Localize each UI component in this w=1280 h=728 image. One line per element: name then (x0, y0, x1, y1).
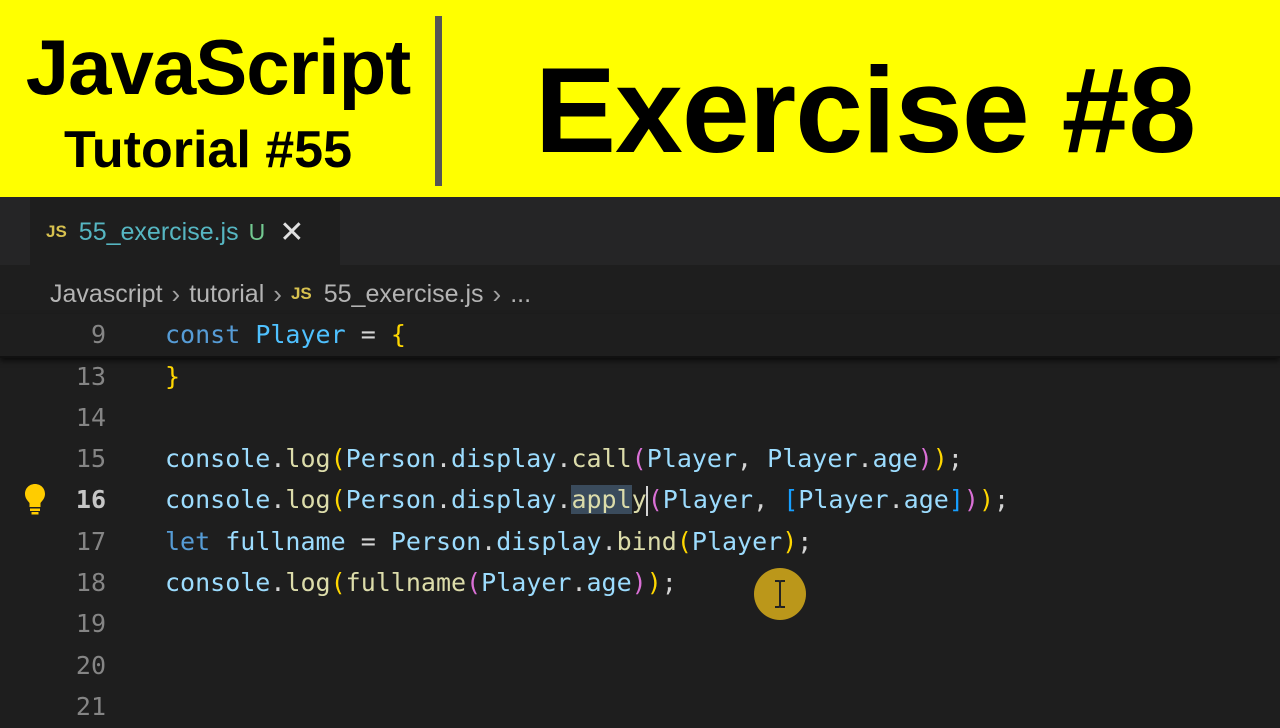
breadcrumb-item-javascript[interactable]: Javascript (50, 280, 163, 309)
javascript-file-icon: JS (46, 222, 67, 241)
code-line[interactable]: 20 (0, 645, 1280, 687)
code-text[interactable]: } (165, 356, 180, 398)
code-line[interactable]: 18 console.log(fullname(Player.age)); (0, 562, 1280, 604)
line-number: 19 (75, 609, 106, 638)
line-number: 9 (90, 320, 106, 349)
chevron-right-icon: › (492, 278, 502, 309)
line-number: 20 (75, 651, 106, 680)
code-text[interactable]: console.log(Person.display.apply(Player,… (165, 479, 1009, 521)
banner-tutorial-number: Tutorial #55 (63, 121, 352, 179)
line-number: 16 (75, 485, 106, 514)
tab-untracked-status: U (248, 218, 266, 245)
line-number: 18 (75, 568, 106, 597)
line-number: 13 (75, 362, 106, 391)
code-line[interactable]: 15 console.log(Person.display.call(Player… (0, 438, 1280, 480)
breadcrumb-item-file[interactable]: 55_exercise.js (324, 280, 484, 309)
code-line[interactable]: 19 (0, 603, 1280, 645)
title-banner: JavaScript Tutorial #55 Exercise #8 (0, 0, 1280, 197)
line-number: 21 (75, 692, 106, 721)
code-line[interactable]: 21 (0, 686, 1280, 728)
banner-exercise-title: Exercise #8 (534, 42, 1197, 178)
chevron-right-icon: › (273, 278, 282, 309)
banner-divider (435, 16, 442, 186)
close-icon[interactable]: ✕ (279, 215, 304, 250)
code-line[interactable]: 13} (0, 356, 1280, 398)
breadcrumb: Javascript › tutorial › JS 55_exercise.j… (50, 276, 531, 312)
editor-tab-bar: JS 55_exercise.js U ✕ (0, 197, 1280, 266)
text-cursor-icon (775, 580, 785, 608)
line-number: 15 (75, 444, 106, 473)
breadcrumb-item-tutorial[interactable]: tutorial (189, 280, 264, 309)
editor-tab-55-exercise[interactable]: JS 55_exercise.js U ✕ (30, 197, 340, 266)
code-line[interactable]: 17 let fullname = Person.display.bind(Pla… (0, 521, 1280, 563)
javascript-file-icon: JS (290, 284, 312, 303)
line-number: 17 (75, 527, 106, 556)
banner-language-title: JavaScript (25, 23, 412, 111)
tab-filename: 55_exercise.js (78, 217, 239, 246)
code-text[interactable]: console.log(fullname(Player.age)); (165, 562, 677, 604)
chevron-right-icon: › (171, 278, 181, 309)
code-text[interactable]: console.log(Person.display.call(Player, … (165, 438, 963, 480)
code-line[interactable]: 14 (0, 397, 1280, 439)
lightbulb-icon[interactable] (24, 483, 46, 515)
code-line[interactable]: 16 console.log(Person.display.apply(Playe… (0, 479, 1280, 521)
code-text[interactable]: let fullname = Person.display.bind(Playe… (165, 521, 812, 563)
line-number: 14 (75, 403, 106, 432)
code-text[interactable]: const Player = { (165, 314, 406, 356)
code-line[interactable]: 9 const Player = { (0, 314, 1280, 356)
breadcrumb-item-symbols[interactable]: ... (510, 280, 531, 309)
